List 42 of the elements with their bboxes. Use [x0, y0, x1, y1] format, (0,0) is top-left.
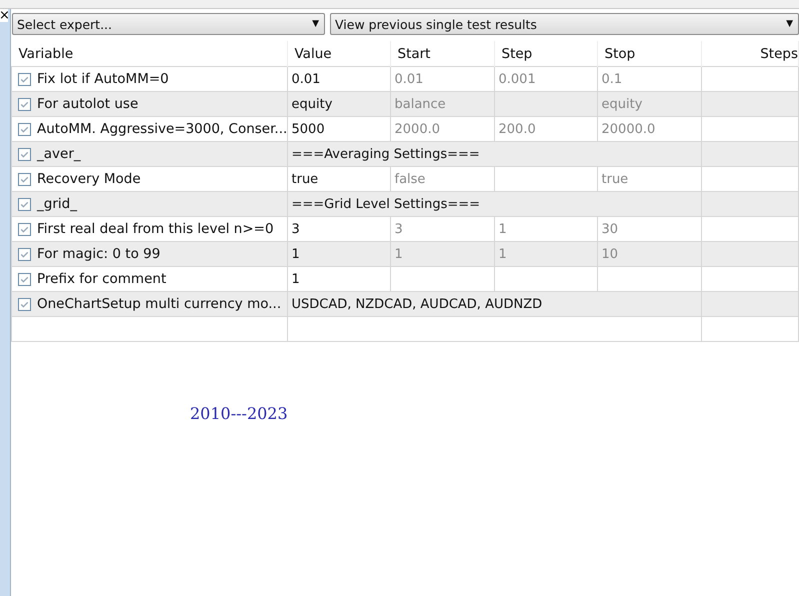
- checkbox[interactable]: [18, 272, 31, 286]
- variable-name: Prefix for comment: [37, 271, 166, 287]
- column-header[interactable]: Start: [390, 41, 494, 66]
- variable-name: First real deal from this level n>=0: [37, 221, 274, 237]
- table-cell: ===Grid Level Settings===: [287, 192, 701, 216]
- variable-name: AutoMM. Aggressive=3000, Conser...: [37, 121, 288, 137]
- dropdown[interactable]: View previous single test results ▼: [330, 13, 799, 35]
- table-cell: equity: [287, 92, 390, 116]
- table-cell: equity: [597, 92, 701, 116]
- table-cell: 10: [597, 242, 701, 266]
- variable-name: For autolot use: [37, 96, 138, 112]
- variable-name: For magic: 0 to 99: [37, 246, 160, 262]
- variable-name: Recovery Mode: [37, 171, 141, 187]
- table-cell: 0.1: [597, 66, 701, 92]
- table-cell: balance: [390, 92, 494, 116]
- dropdown[interactable]: Select expert... ▼: [12, 13, 325, 35]
- checkbox[interactable]: [18, 298, 31, 310]
- checkbox[interactable]: [18, 172, 31, 186]
- table-cell: 1: [390, 242, 494, 266]
- variable-name: _grid_: [37, 196, 77, 212]
- table-cell: 0.01: [390, 66, 494, 92]
- checkbox[interactable]: [18, 148, 31, 160]
- table-cell: 1: [287, 242, 390, 266]
- table-cell: ===Averaging Settings===: [287, 142, 701, 166]
- table-cell: USDCAD, NZDCAD, AUDCAD, AUDNZD: [287, 292, 701, 316]
- variable-name: _aver_: [37, 146, 81, 162]
- checkbox[interactable]: [18, 72, 31, 86]
- close-icon[interactable]: ×: [0, 9, 8, 22]
- checkbox[interactable]: [18, 198, 31, 210]
- checkbox[interactable]: [18, 248, 31, 260]
- checkbox[interactable]: [18, 122, 31, 136]
- variable-name: Fix lot if AutoMM=0: [37, 71, 169, 87]
- date-range-text: 2010---2023: [190, 404, 288, 423]
- column-header[interactable]: Step: [494, 41, 597, 66]
- column-header[interactable]: Variable: [12, 41, 287, 66]
- checkbox[interactable]: [18, 222, 31, 236]
- column-header[interactable]: Steps: [701, 41, 798, 66]
- column-header[interactable]: Stop: [597, 41, 701, 66]
- table-cell: 1: [494, 242, 597, 266]
- column-header[interactable]: Value: [287, 41, 390, 66]
- variable-name: OneChartSetup multi currency mo...: [37, 296, 282, 312]
- checkbox[interactable]: [18, 98, 31, 110]
